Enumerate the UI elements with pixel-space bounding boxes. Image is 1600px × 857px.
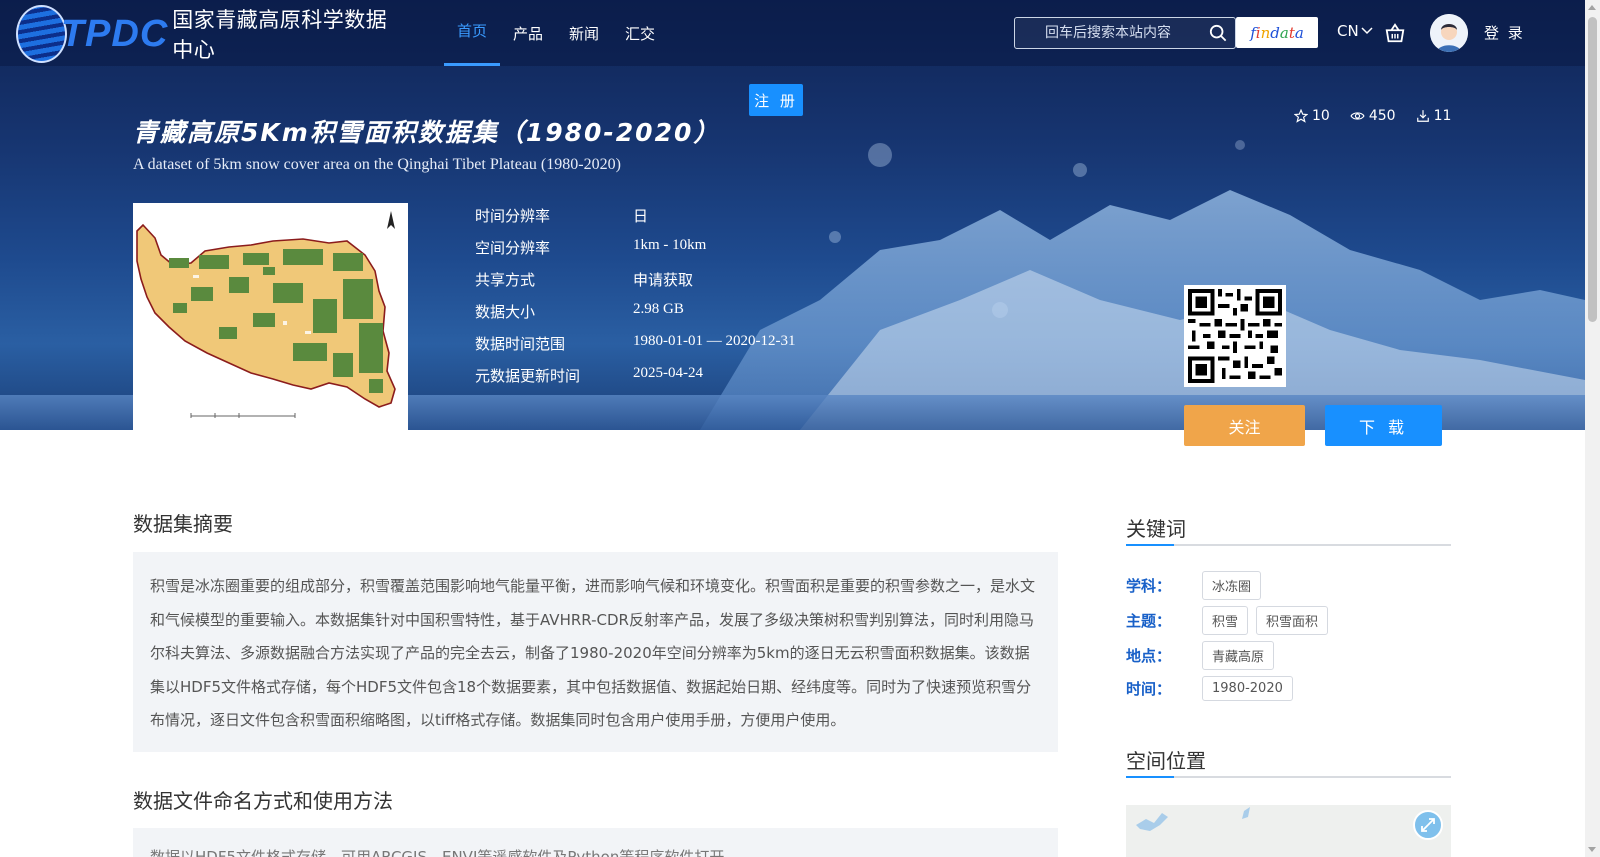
meta-value: 1km - 10km (633, 237, 707, 253)
cart-icon[interactable] (1384, 22, 1406, 44)
expand-icon (1421, 818, 1435, 832)
abstract-body: 积雪是冰冻圈重要的组成部分，积雪覆盖范围影响地气能量平衡，进而影响气候和环境变化… (133, 552, 1058, 752)
scroll-up-arrow[interactable] (1588, 5, 1596, 10)
meta-value: 1980-01-01 — 2020-12-31 (633, 333, 796, 349)
meta-row-updated: 元数据更新时间 2025-04-24 (475, 365, 703, 389)
meta-key: 数据大小 (475, 303, 536, 321)
login-link[interactable]: 登 录 (1484, 22, 1525, 43)
qr-code-image (1188, 289, 1282, 383)
search-icon[interactable] (1209, 24, 1227, 42)
meta-value: 2025-04-24 (633, 365, 703, 381)
star-icon (1294, 109, 1308, 123)
location-divider (1126, 776, 1451, 778)
meta-value: 2.98 GB (633, 301, 684, 317)
downloads-stat: 11 (1416, 108, 1452, 124)
follow-button[interactable]: 关注 (1184, 405, 1305, 446)
keyword-row-time: 时间： 1980-2020 (1126, 676, 1301, 701)
site-search (1014, 17, 1236, 49)
meta-key: 元数据更新时间 (475, 367, 581, 385)
keyword-tag[interactable]: 冰冻圈 (1202, 571, 1262, 600)
meta-key: 共享方式 (475, 271, 536, 289)
keyword-tag[interactable]: 青藏高原 (1202, 641, 1275, 670)
keyword-label: 时间： (1126, 680, 1172, 698)
meta-value: 申请获取 (633, 273, 694, 289)
meta-key: 空间分辨率 (475, 239, 551, 257)
findata-button[interactable]: findata (1236, 17, 1318, 48)
eye-icon (1350, 112, 1365, 120)
logo-abbr: TPDC (60, 12, 169, 55)
favorites-stat[interactable]: 10 (1294, 108, 1330, 124)
logo-name: 国家青藏高原科学数据中心 (172, 8, 388, 62)
keyword-tag[interactable]: 积雪面积 (1256, 606, 1329, 635)
nav-item-submit[interactable]: 汇交 (612, 0, 668, 66)
globe-logo-icon (16, 5, 67, 63)
naming-body: 数据以HDF5文件格式存储，可用ARCGIS、ENVI等遥感软件及Python等… (133, 828, 1058, 857)
downloads-count: 11 (1433, 108, 1452, 124)
map-expand-button[interactable] (1413, 810, 1443, 840)
meta-key: 数据时间范围 (475, 335, 566, 353)
qr-code (1184, 285, 1286, 387)
keyword-label: 地点： (1126, 647, 1172, 665)
meta-value: 日 (633, 209, 649, 225)
meta-key: 时间分辨率 (475, 207, 551, 225)
location-map[interactable] (1126, 805, 1451, 857)
favorites-count: 10 (1312, 108, 1330, 124)
dataset-title-en: A dataset of 5km snow cover area on the … (133, 156, 621, 173)
nav-item-news[interactable]: 新闻 (556, 0, 612, 66)
keywords-title: 关键词 (1126, 517, 1186, 541)
download-icon (1416, 110, 1429, 122)
scroll-down-arrow[interactable] (1588, 847, 1596, 852)
download-button[interactable]: 下 载 (1325, 405, 1442, 446)
dataset-stats: 10 450 11 (1294, 108, 1451, 124)
keyword-row-place: 地点： 青藏高原 (1126, 641, 1282, 670)
snow-cover-map-image (133, 203, 408, 430)
hero-banner: TPDC 国家青藏高原科学数据中心 首页 产品 新闻 汇交 findata CN (0, 0, 1585, 430)
nav-item-products[interactable]: 产品 (500, 0, 556, 66)
keyword-tag[interactable]: 1980-2020 (1202, 676, 1293, 701)
meta-row-time-range: 数据时间范围 1980-01-01 — 2020-12-31 (475, 333, 795, 357)
meta-row-data-size: 数据大小 2.98 GB (475, 301, 684, 325)
keyword-tag[interactable]: 积雪 (1202, 606, 1249, 635)
abstract-title: 数据集摘要 (133, 512, 233, 536)
language-label: CN (1337, 22, 1359, 40)
scroll-thumb[interactable] (1588, 17, 1597, 322)
dataset-title-cn: 青藏高原5Km积雪面积数据集（1980-2020） (133, 118, 721, 147)
keyword-label: 主题： (1126, 612, 1172, 630)
search-input[interactable] (1015, 18, 1205, 48)
dataset-thumbnail[interactable] (133, 203, 408, 430)
keywords-divider (1126, 544, 1451, 546)
map-tiles (1126, 805, 1451, 857)
meta-row-sharing: 共享方式 申请获取 (475, 269, 693, 293)
chevron-down-icon (1361, 27, 1373, 35)
site-logo[interactable]: TPDC 国家青藏高原科学数据中心 (16, 4, 396, 64)
meta-row-time-resolution: 时间分辨率 日 (475, 205, 648, 229)
keyword-row-theme: 主题： 积雪 积雪面积 (1126, 606, 1336, 635)
naming-text: 数据以HDF5文件格式存储，可用ARCGIS、ENVI等遥感软件及Python等… (150, 848, 740, 857)
naming-title: 数据文件命名方式和使用方法 (133, 789, 393, 813)
keyword-label: 学科： (1126, 577, 1172, 595)
keyword-row-discipline: 学科： 冰冻圈 (1126, 571, 1269, 600)
main-nav: 首页 产品 新闻 汇交 (444, 0, 668, 66)
location-title: 空间位置 (1126, 749, 1206, 773)
page-scrollbar[interactable] (1585, 0, 1600, 857)
register-button[interactable]: 注 册 (749, 84, 803, 116)
user-avatar[interactable] (1430, 14, 1468, 52)
views-stat: 450 (1350, 108, 1396, 124)
nav-item-home[interactable]: 首页 (444, 0, 501, 66)
avatar-icon (1430, 14, 1468, 52)
views-count: 450 (1368, 108, 1396, 124)
meta-row-spatial-resolution: 空间分辨率 1km - 10km (475, 237, 706, 261)
language-switch[interactable]: CN (1337, 22, 1373, 40)
